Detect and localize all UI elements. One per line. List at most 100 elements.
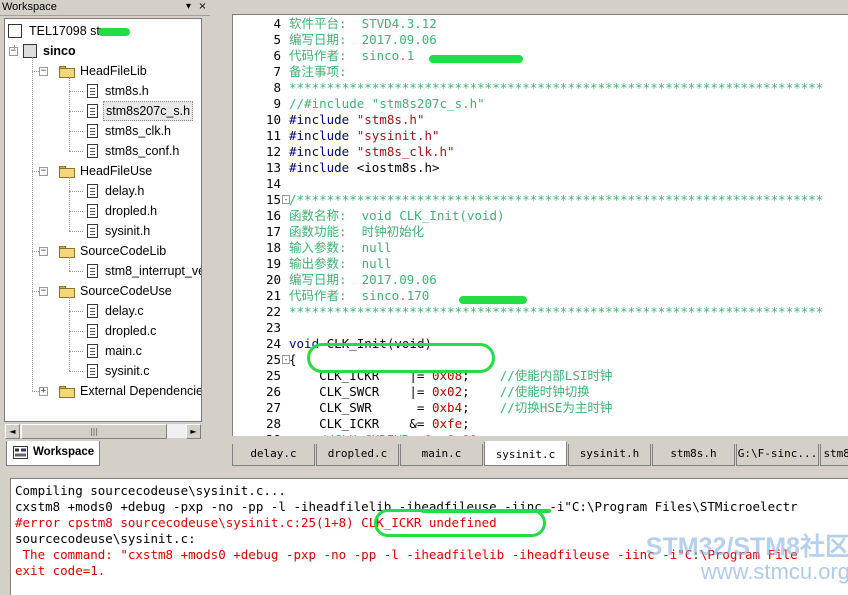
build-output[interactable]: Compiling sourcecodeuse\sysinit.c... cxst… [10,478,848,595]
collapse-icon[interactable]: − [39,167,48,176]
output-line[interactable]: sourcecodeuse\sysinit.c: [15,531,196,547]
tree-connector [69,231,83,232]
code-editor[interactable]: 4 软件平台: STVD4.3.12 5 编写日期: 2017.09.06 6 代码作者:… [232,14,848,436]
code-line[interactable]: CLK_SWR = 0xb4; //切换HSE为主时钟 [289,400,612,416]
folder-icon [59,386,75,398]
green-highlight-oval [374,509,546,537]
tree-file[interactable]: stm8_interrupt_ve [5,261,201,281]
code-line[interactable]: #include "sysinit.h" [289,128,440,144]
scroll-right-arrow-icon[interactable]: ► [186,424,201,439]
code-token: 编写日期: 2017.09.06 [289,272,437,287]
tree-connector [32,251,39,252]
tree-file-label: stm8s.h [105,84,149,98]
tree-folder-label: SourceCodeLib [80,244,167,258]
code-line[interactable]: #include "stm8s.h" [289,112,424,128]
tree-horizontal-scrollbar[interactable]: ◄ ||| ► [5,423,201,439]
scroll-thumb[interactable]: ||| [21,424,167,439]
tree-connector [32,391,39,392]
code-token: #include [289,144,357,159]
code-line[interactable]: 函数名称: void CLK_Init(void) [289,208,505,224]
output-line[interactable]: exit code=1. [15,563,105,579]
workspace-tab[interactable]: Workspace [6,441,100,466]
green-redaction-mark [429,55,523,63]
tree-file[interactable]: stm8s_clk.h [5,121,173,141]
code-line[interactable]: CLK_SWCR |= 0x02; //使能时钟切换 [289,384,590,400]
code-line[interactable]: 编写日期: 2017.09.06 [289,32,437,48]
code-line[interactable]: 软件平台: STVD4.3.12 [289,16,437,32]
code-line[interactable]: 代码作者: sinco.170 [289,288,429,304]
file-tab[interactable]: stm8s.h [652,444,735,466]
output-line[interactable]: Compiling sourcecodeuse\sysinit.c... [15,483,286,499]
tree-connector [69,257,70,271]
project-tree[interactable]: TEL17098 stw − sinco − HeadFileLib stm8s.h stm… [4,18,202,422]
code-token: 函数功能: 时钟初始化 [289,224,425,239]
tree-connector [69,371,83,372]
workspace-titlebar: Workspace ▾ × [0,0,210,16]
file-icon [87,224,98,238]
file-tab[interactable]: delay.c [232,444,315,466]
code-line[interactable]: #include "stm8s_clk.h" [289,144,455,160]
code-line[interactable]: ****************************************… [289,80,823,96]
file-icon [87,364,98,378]
tree-folder[interactable]: − SourceCodeLib [5,241,168,261]
collapse-icon[interactable]: − [39,247,48,256]
code-token: "stm8s_clk.h" [356,144,455,159]
code-line[interactable]: 函数功能: 时钟初始化 [289,224,424,240]
tree-file-label: sysinit.c [105,364,150,378]
tree-file-label: stm8s_conf.h [105,144,180,158]
tree-connector [69,271,83,272]
file-tab[interactable]: stm8s [820,444,848,466]
line-number: 9 [273,96,281,111]
file-icon [87,104,98,118]
tree-project[interactable]: TEL17098 stw [5,21,111,41]
output-line[interactable]: The command: "cxstm8 +mods0 +debug -pxp … [15,547,798,563]
tree-folder[interactable]: − SourceCodeUse [5,281,174,301]
tree-connector [14,45,15,49]
code-line[interactable]: ****************************************… [289,304,823,320]
tree-connector [69,331,83,332]
expand-icon[interactable]: + [39,387,48,396]
file-tab[interactable]: G:\F-sinc... [736,444,819,466]
code-line[interactable]: //CLK_CKDIVR &= 0x00; [289,432,485,436]
tree-root[interactable]: − sinco [5,41,78,61]
code-line[interactable]: 输出参数: null [289,256,392,272]
code-line[interactable]: { [289,352,297,368]
code-token: 输出参数: null [289,256,392,271]
file-tab[interactable]: dropled.c [316,444,399,466]
line-number: 28 [265,416,281,431]
collapse-icon[interactable]: − [39,287,48,296]
code-token: //使能时钟切换 [499,384,590,399]
collapse-icon[interactable]: − [39,67,48,76]
code-line[interactable]: #include <iostm8s.h> [289,160,440,176]
line-number: 13 [265,160,281,175]
tree-file[interactable]: stm8s207c_s.h [5,101,194,121]
code-line[interactable]: 输入参数: null [289,240,392,256]
code-token: #include [289,112,357,127]
file-tab[interactable]: sysinit.h [568,444,651,466]
code-token: #include [289,128,357,143]
code-line[interactable]: /***************************************… [289,192,823,208]
code-token: 备注事项: [289,64,347,79]
file-tab[interactable]: sysinit.c [484,441,567,466]
file-tab[interactable]: main.c [400,444,483,466]
code-line[interactable]: 备注事项: [289,64,347,80]
tree-folder[interactable]: − HeadFileUse [5,161,154,181]
line-number: 19 [265,256,281,271]
tree-file-label: delay.h [105,184,145,198]
tree-connector [69,151,83,152]
code-line[interactable]: 编写日期: 2017.09.06 [289,272,437,288]
tree-folder-label: HeadFileUse [80,164,153,178]
line-number: 23 [265,320,281,335]
code-line[interactable]: CLK_ICKR &= 0xfe; [289,416,470,432]
code-line[interactable]: 代码作者: sinco.1 [289,48,414,64]
code-token: //#include "stm8s207c_s.h" [289,96,485,111]
close-icon[interactable]: × [197,2,208,13]
code-line[interactable]: //#include "stm8s207c_s.h" [289,96,485,112]
tree-connector [69,111,83,112]
dropdown-icon[interactable]: ▾ [183,2,194,13]
line-number: 16 [265,208,281,223]
scroll-left-arrow-icon[interactable]: ◄ [5,424,20,439]
line-number: 10 [265,112,281,127]
tree-folder[interactable]: − HeadFileLib [5,61,149,81]
folder-icon [59,286,75,298]
